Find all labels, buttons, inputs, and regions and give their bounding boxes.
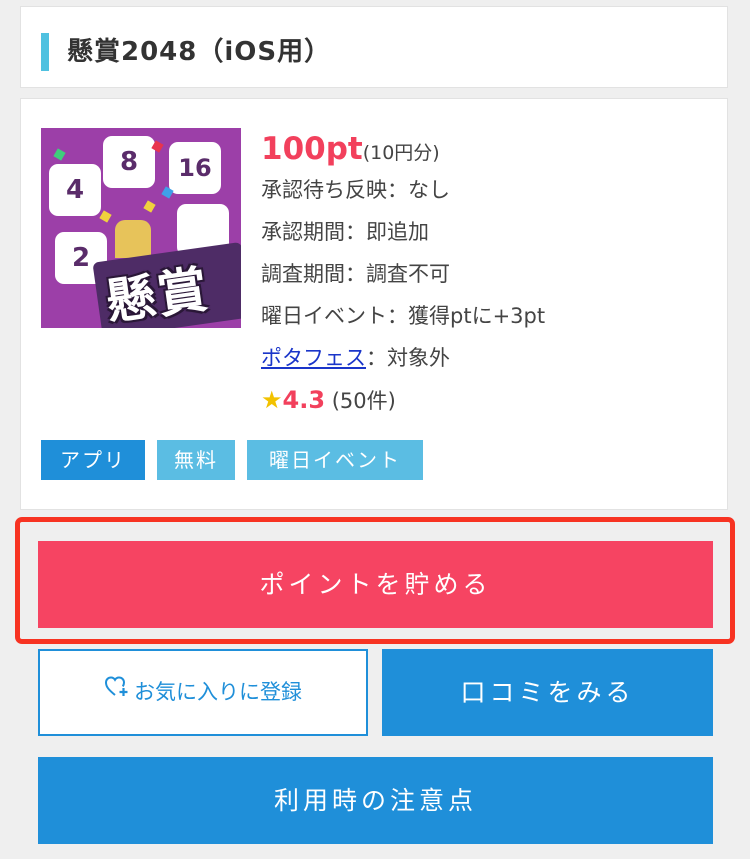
detail-approval-period: 承認期間：即追加 [261, 220, 429, 244]
tag-free: 無料 [157, 440, 235, 480]
icon-tile: 8 [103, 136, 155, 188]
detail-weekday-event: 曜日イベント：獲得ptに+3pt [261, 304, 546, 328]
points-yen-value: (10円分) [362, 142, 440, 164]
gift-badge-label: 懸賞 [102, 260, 214, 328]
add-favorite-button[interactable]: お気に入りに登録 [38, 649, 368, 736]
confetti-shape [143, 200, 156, 213]
app-card: 4 8 16 2 懸賞 100pt(10円分) 承認待ち反映：なし 承認期間：即… [20, 98, 728, 510]
rating-count: (50件) [331, 389, 396, 413]
earn-points-button[interactable]: ポイントを貯める [38, 541, 713, 628]
usage-notes-button[interactable]: 利用時の注意点 [38, 757, 713, 844]
reviews-button[interactable]: 口コミをみる [382, 649, 713, 736]
detail-pending: 承認待ち反映：なし [261, 178, 450, 202]
title-accent-bar [41, 33, 49, 71]
rating-score: 4.3 [282, 386, 326, 414]
icon-tile: 16 [169, 142, 221, 194]
star-icon: ★ [261, 386, 283, 414]
detail-potafes: ポタフェス：対象外 [261, 337, 701, 379]
confetti-shape [99, 210, 112, 223]
tag-weekday-event: 曜日イベント [247, 440, 423, 480]
icon-tile: 4 [49, 164, 101, 216]
add-favorite-label: お気に入りに登録 [134, 680, 302, 704]
app-info: 100pt(10円分) 承認待ち反映：なし 承認期間：即追加 調査期間：調査不可… [261, 129, 701, 421]
page-title: 懸賞2048（iOS用） [67, 37, 332, 67]
rating-row: ★4.3 (50件) [261, 379, 701, 421]
gift-ribbon [115, 220, 151, 258]
potafes-link[interactable]: ポタフェス [261, 346, 366, 370]
heart-plus-icon [104, 650, 130, 733]
app-icon-image[interactable]: 4 8 16 2 懸賞 [41, 128, 241, 328]
title-card: 懸賞2048（iOS用） [20, 6, 728, 88]
potafes-value: ：対象外 [366, 346, 450, 370]
points-value: 100pt [261, 131, 363, 167]
detail-investigation-period: 調査期間：調査不可 [261, 262, 450, 286]
tag-app: アプリ [41, 440, 145, 480]
confetti-shape [53, 148, 66, 161]
points-row: 100pt(10円分) [261, 129, 701, 169]
